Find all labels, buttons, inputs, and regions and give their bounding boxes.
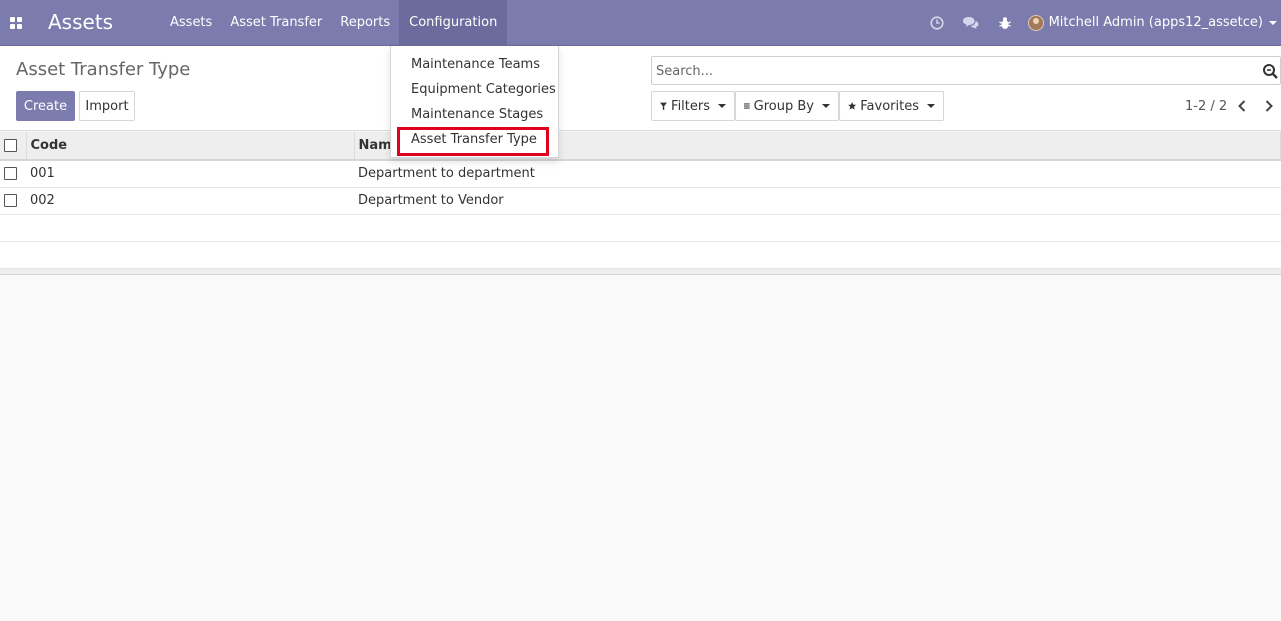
user-menu[interactable]: Mitchell Admin (apps12_assetce) [1022, 0, 1281, 45]
select-all-header [0, 132, 27, 161]
apps-menu-icon[interactable] [4, 7, 28, 39]
search-input[interactable] [656, 61, 1246, 81]
footer-cell [26, 268, 354, 275]
import-button[interactable]: Import [79, 91, 135, 121]
list-view: Code Name 001 Department to department 0… [0, 132, 1281, 275]
pager-next-icon[interactable] [1258, 95, 1280, 117]
search-icon[interactable] [1262, 63, 1278, 79]
cell-name[interactable]: Department to Vendor [354, 187, 1281, 215]
header-code[interactable]: Code [26, 132, 355, 161]
systray: Mitchell Admin (apps12_assetce) [920, 0, 1281, 45]
cell-code[interactable]: 001 [26, 160, 354, 188]
filters-label: Filters [671, 98, 710, 114]
control-panel: Asset Transfer Type Create Import Filter… [0, 46, 1281, 131]
dropdown-item-maintenance-stages[interactable]: Maintenance Stages [411, 105, 543, 125]
empty-cell [0, 214, 26, 242]
footer-cell [354, 268, 1281, 275]
table-footer-row [0, 268, 1281, 275]
menu-asset-transfer[interactable]: Asset Transfer [221, 0, 331, 45]
row-select-cell [0, 187, 26, 215]
messages-icon[interactable] [954, 0, 988, 45]
group-by-label: Group By [753, 98, 814, 114]
star-icon [848, 102, 857, 110]
empty-row [0, 241, 1281, 269]
cell-name[interactable]: Department to department [354, 160, 1281, 188]
chevron-down-icon [718, 104, 726, 108]
empty-cell [26, 214, 354, 242]
menu-reports[interactable]: Reports [331, 0, 399, 45]
favorites-button[interactable]: Favorites [839, 91, 944, 121]
row-checkbox[interactable] [4, 194, 17, 207]
configuration-dropdown: Maintenance Teams Equipment Categories M… [390, 46, 559, 158]
row-select-cell [0, 160, 26, 188]
empty-row [0, 214, 1281, 242]
records-table: Code Name 001 Department to department 0… [0, 132, 1281, 275]
filter-icon [660, 102, 668, 110]
empty-cell [354, 214, 1281, 242]
cell-code[interactable]: 002 [26, 187, 354, 215]
chevron-down-icon [822, 104, 830, 108]
empty-cell [0, 241, 26, 269]
create-button[interactable]: Create [16, 91, 75, 121]
app-brand: Assets [48, 10, 114, 34]
pager-previous-icon[interactable] [1231, 95, 1253, 117]
menu-assets[interactable]: Assets [161, 0, 221, 45]
user-name: Mitchell Admin (apps12_assetce) [1048, 15, 1263, 30]
dropdown-item-asset-transfer-type[interactable]: Asset Transfer Type [411, 130, 537, 150]
bars-icon [744, 103, 750, 109]
group-by-button[interactable]: Group By [735, 91, 839, 121]
empty-cell [354, 241, 1281, 269]
main-menu: Assets Asset Transfer Reports Configurat… [161, 0, 508, 45]
dropdown-item-equipment-categories[interactable]: Equipment Categories [411, 80, 556, 100]
table-row[interactable]: 002 Department to Vendor [0, 187, 1281, 215]
favorites-label: Favorites [860, 98, 919, 114]
top-navbar: Assets Assets Asset Transfer Reports Con… [0, 0, 1281, 46]
dropdown-item-maintenance-teams[interactable]: Maintenance Teams [411, 55, 540, 75]
activity-clock-icon[interactable] [920, 0, 954, 45]
select-all-checkbox[interactable] [4, 139, 17, 152]
pager-value[interactable]: 1-2 / 2 [1185, 99, 1227, 114]
footer-cell [0, 268, 26, 275]
page-title: Asset Transfer Type [16, 59, 191, 80]
avatar [1027, 14, 1044, 31]
search-box [651, 56, 1281, 85]
menu-configuration[interactable]: Configuration [399, 0, 508, 45]
chevron-down-icon [1269, 20, 1277, 25]
row-checkbox[interactable] [4, 167, 17, 181]
empty-cell [26, 241, 354, 269]
filters-button[interactable]: Filters [651, 91, 735, 121]
table-header-row: Code Name [0, 132, 1281, 161]
debug-bug-icon[interactable] [988, 0, 1022, 45]
table-row[interactable]: 001 Department to department [0, 160, 1281, 188]
chevron-down-icon [927, 104, 935, 108]
